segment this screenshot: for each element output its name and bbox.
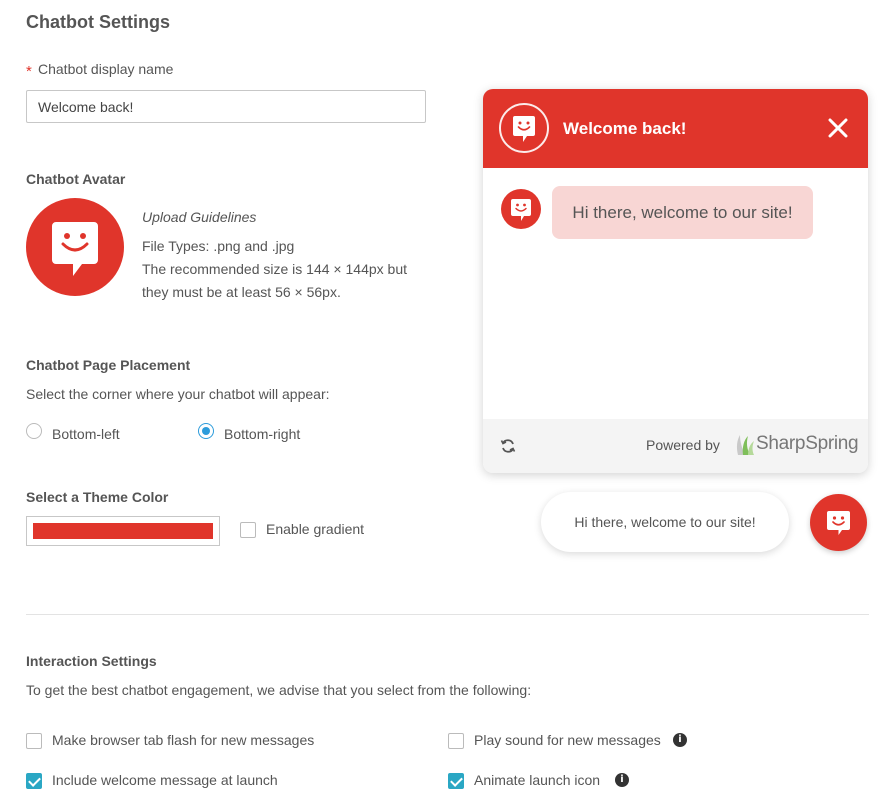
smiley-chat-bubble-icon — [827, 511, 850, 535]
message-bubble: Hi there, welcome to our site! — [552, 186, 813, 239]
theme-color-heading: Select a Theme Color — [26, 489, 169, 505]
smiley-chat-bubble-icon — [513, 116, 535, 142]
welcome-message-checkbox[interactable] — [26, 773, 42, 789]
page-title: Chatbot Settings — [26, 12, 170, 32]
theme-color-picker[interactable] — [26, 516, 220, 546]
interaction-help: To get the best chatbot engagement, we a… — [26, 682, 532, 698]
widget-title: Welcome back! — [563, 119, 687, 138]
bottom-left-label[interactable]: Bottom-left — [52, 426, 120, 442]
animate-launch-label[interactable]: Animate launch icon — [474, 772, 600, 788]
avatar-heading: Chatbot Avatar — [26, 171, 126, 187]
welcome-message-label[interactable]: Include welcome message at launch — [52, 772, 278, 788]
info-icon[interactable]: i — [615, 773, 629, 787]
gradient-label[interactable]: Enable gradient — [266, 521, 364, 537]
smiley-chat-bubble-icon — [511, 199, 531, 221]
info-icon[interactable]: i — [673, 733, 687, 747]
placement-heading: Chatbot Page Placement — [26, 357, 191, 373]
required-marker: * — [26, 63, 32, 80]
launch-button[interactable] — [810, 494, 867, 551]
interaction-heading: Interaction Settings — [26, 653, 157, 669]
widget-header: Welcome back! — [483, 89, 868, 168]
size-text-1: The recommended size is 144 × 144px but — [142, 261, 407, 277]
launch-message-bubble[interactable]: Hi there, welcome to our site! — [541, 492, 789, 552]
avatar-upload[interactable] — [26, 198, 124, 296]
close-icon[interactable] — [825, 115, 851, 141]
animate-launch-checkbox[interactable] — [448, 773, 464, 789]
radio-bottom-left[interactable] — [26, 423, 42, 439]
powered-by-text: Powered by — [646, 437, 720, 453]
widget-header-avatar — [499, 103, 549, 153]
radio-bottom-right[interactable] — [198, 423, 214, 439]
display-name-input[interactable] — [26, 90, 426, 123]
section-divider — [26, 614, 869, 615]
chat-widget-preview: Welcome back! Hi there, welcome to our s… — [483, 89, 868, 473]
brand-name: SharpSpring — [756, 433, 859, 454]
display-name-label: Chatbot display name — [38, 61, 174, 77]
size-text-2: they must be at least 56 × 56px. — [142, 284, 341, 300]
widget-footer: Powered by SharpSpring — [483, 419, 868, 473]
tab-flash-checkbox[interactable] — [26, 733, 42, 749]
play-sound-label[interactable]: Play sound for new messages — [474, 732, 661, 748]
play-sound-checkbox[interactable] — [448, 733, 464, 749]
theme-color-swatch — [33, 523, 213, 539]
bottom-right-label[interactable]: Bottom-right — [224, 426, 300, 442]
message-avatar — [501, 189, 541, 229]
file-types-text: File Types: .png and .jpg — [142, 238, 295, 254]
sharpspring-logo-icon — [736, 435, 754, 455]
tab-flash-label[interactable]: Make browser tab flash for new messages — [52, 732, 314, 748]
gradient-checkbox[interactable] — [240, 522, 256, 538]
placement-help: Select the corner where your chatbot wil… — [26, 386, 330, 402]
upload-guidelines-title: Upload Guidelines — [142, 209, 257, 225]
smiley-chat-bubble-icon — [52, 222, 98, 276]
refresh-icon[interactable] — [500, 438, 516, 454]
